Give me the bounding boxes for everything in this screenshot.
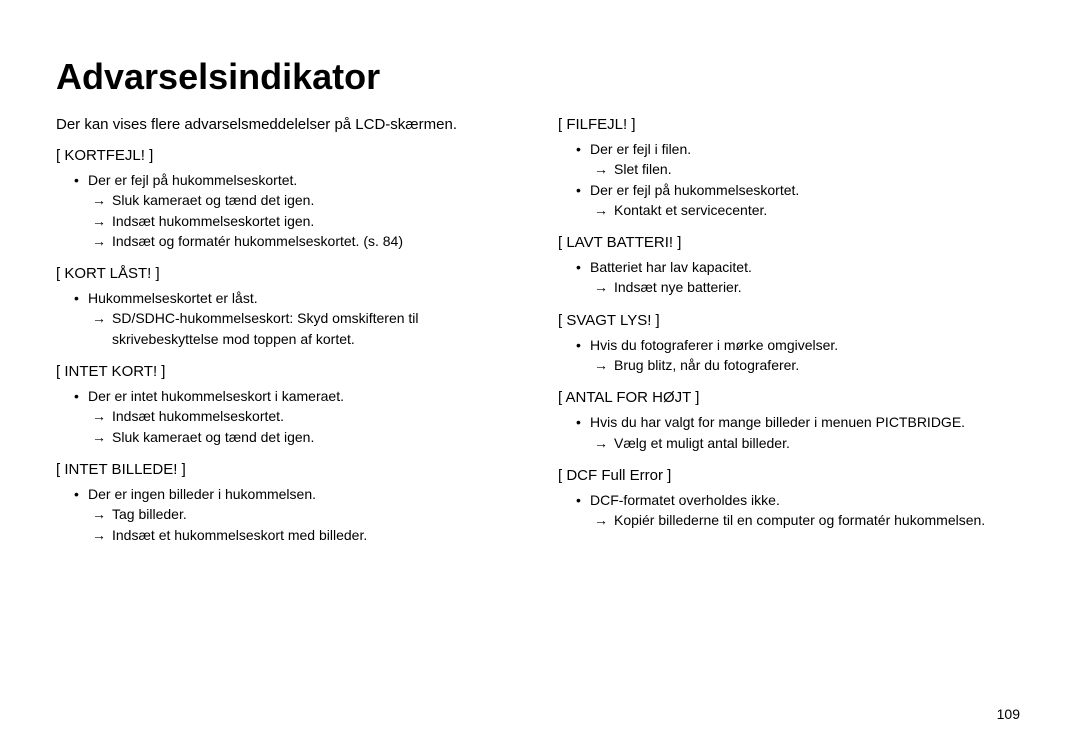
- warning-section: [ ANTAL FOR HØJT ] •Hvis du har valgt for…: [558, 389, 1020, 453]
- bullet-item: •Der er fejl på hukommelseskortet.: [576, 180, 1020, 200]
- bullet-icon: •: [74, 484, 88, 504]
- warning-heading: [ INTET KORT! ]: [56, 363, 518, 380]
- arrow-icon: →: [92, 504, 112, 524]
- arrow-icon: →: [92, 190, 112, 210]
- warning-section: [ KORT LÅST! ] •Hukommelseskortet er låst…: [56, 265, 518, 349]
- sub-item: →Sluk kameraet og tænd det igen.: [92, 190, 518, 210]
- sub-item: →Sluk kameraet og tænd det igen.: [92, 427, 518, 447]
- sub-text: Kontakt et servicecenter.: [614, 200, 1020, 220]
- sub-text: Kopiér billederne til en computer og for…: [614, 510, 1020, 530]
- sub-item: →SD/SDHC-hukommelseskort: Skyd omskifter…: [92, 308, 518, 349]
- content-columns: Der kan vises flere advarselsmeddelelser…: [56, 116, 1020, 559]
- arrow-icon: →: [92, 525, 112, 545]
- bullet-icon: •: [576, 139, 590, 159]
- sub-item: →Indsæt nye batterier.: [594, 277, 1020, 297]
- warning-heading: [ KORT LÅST! ]: [56, 265, 518, 282]
- warning-section: [ DCF Full Error ] •DCF-formatet overhold…: [558, 467, 1020, 531]
- bullet-item: •Hvis du har valgt for mange billeder i …: [576, 412, 1020, 432]
- bullet-text: Hvis du har valgt for mange billeder i m…: [590, 412, 1020, 432]
- bullet-icon: •: [576, 412, 590, 432]
- sub-text: Sluk kameraet og tænd det igen.: [112, 190, 518, 210]
- sub-item: →Brug blitz, når du fotograferer.: [594, 355, 1020, 375]
- sub-item: →Indsæt et hukommelseskort med billeder.: [92, 525, 518, 545]
- sub-text: Vælg et muligt antal billeder.: [614, 433, 1020, 453]
- warning-heading: [ SVAGT LYS! ]: [558, 312, 1020, 329]
- sub-text: Slet filen.: [614, 159, 1020, 179]
- warning-heading: [ INTET BILLEDE! ]: [56, 461, 518, 478]
- intro-text: Der kan vises flere advarselsmeddelelser…: [56, 116, 518, 133]
- warning-heading: [ LAVT BATTERI! ]: [558, 234, 1020, 251]
- page-title: Advarselsindikator: [56, 56, 1020, 98]
- warning-section: [ FILFEJL! ]•Der er fejl i filen.→Slet f…: [558, 116, 1020, 220]
- right-sections: [ FILFEJL! ]•Der er fejl i filen.→Slet f…: [558, 116, 1020, 531]
- document-page: Advarselsindikator Der kan vises flere a…: [0, 0, 1080, 746]
- bullet-text: Der er fejl på hukommelseskortet.: [88, 170, 518, 190]
- warning-heading: [ FILFEJL! ]: [558, 116, 1020, 133]
- sub-item: →Kontakt et servicecenter.: [594, 200, 1020, 220]
- bullet-icon: •: [576, 180, 590, 200]
- warning-heading: [ DCF Full Error ]: [558, 467, 1020, 484]
- bullet-text: Der er intet hukommelseskort i kameraet.: [88, 386, 518, 406]
- sub-text: Indsæt hukommelseskortet.: [112, 406, 518, 426]
- sub-item: →Slet filen.: [594, 159, 1020, 179]
- bullet-text: Batteriet har lav kapacitet.: [590, 257, 1020, 277]
- left-column: Der kan vises flere advarselsmeddelelser…: [56, 116, 518, 559]
- right-column: [ FILFEJL! ]•Der er fejl i filen.→Slet f…: [558, 116, 1020, 559]
- bullet-text: Der er fejl på hukommelseskortet.: [590, 180, 1020, 200]
- arrow-icon: →: [594, 277, 614, 297]
- sub-text: Sluk kameraet og tænd det igen.: [112, 427, 518, 447]
- warning-section: [ LAVT BATTERI! ] •Batteriet har lav kapa…: [558, 234, 1020, 298]
- sub-item: →Vælg et muligt antal billeder.: [594, 433, 1020, 453]
- warning-section: [ KORTFEJL! ] •Der er fejl på hukommelses…: [56, 147, 518, 251]
- arrow-icon: →: [594, 355, 614, 375]
- arrow-icon: →: [92, 427, 112, 447]
- bullet-item: •Der er ingen billeder i hukommelsen.: [74, 484, 518, 504]
- sub-item: →Indsæt og formatér hukommelseskortet. (…: [92, 231, 518, 251]
- arrow-icon: →: [594, 510, 614, 530]
- sub-text: Indsæt et hukommelseskort med billeder.: [112, 525, 518, 545]
- bullet-item: •Der er fejl i filen.: [576, 139, 1020, 159]
- sub-item: →Kopiér billederne til en computer og fo…: [594, 510, 1020, 530]
- sub-text: Indsæt og formatér hukommelseskortet. (s…: [112, 231, 518, 251]
- bullet-text: Hukommelseskortet er låst.: [88, 288, 518, 308]
- arrow-icon: →: [92, 406, 112, 426]
- sub-text: Tag billeder.: [112, 504, 518, 524]
- bullet-item: •Der er intet hukommelseskort i kameraet…: [74, 386, 518, 406]
- sub-item: →Tag billeder.: [92, 504, 518, 524]
- bullet-text: Hvis du fotograferer i mørke omgivelser.: [590, 335, 1020, 355]
- sub-text: Brug blitz, når du fotograferer.: [614, 355, 1020, 375]
- warning-section: [ INTET KORT! ] •Der er intet hukommelses…: [56, 363, 518, 447]
- bullet-item: •Hukommelseskortet er låst.: [74, 288, 518, 308]
- arrow-icon: →: [594, 433, 614, 453]
- sub-item: →Indsæt hukommelseskortet igen.: [92, 211, 518, 231]
- bullet-icon: •: [74, 386, 88, 406]
- arrow-icon: →: [92, 211, 112, 231]
- arrow-icon: →: [92, 308, 112, 328]
- sub-item: →Indsæt hukommelseskortet.: [92, 406, 518, 426]
- bullet-icon: •: [576, 490, 590, 510]
- sub-text: Indsæt nye batterier.: [614, 277, 1020, 297]
- sub-text: SD/SDHC-hukommelseskort: Skyd omskiftere…: [112, 308, 518, 349]
- bullet-text: Der er ingen billeder i hukommelsen.: [88, 484, 518, 504]
- bullet-icon: •: [576, 335, 590, 355]
- bullet-text: DCF-formatet overholdes ikke.: [590, 490, 1020, 510]
- bullet-text: Der er fejl i filen.: [590, 139, 1020, 159]
- warning-section: [ INTET BILLEDE! ] •Der er ingen billeder…: [56, 461, 518, 545]
- warning-heading: [ ANTAL FOR HØJT ]: [558, 389, 1020, 406]
- bullet-icon: •: [74, 170, 88, 190]
- bullet-item: •Batteriet har lav kapacitet.: [576, 257, 1020, 277]
- arrow-icon: →: [594, 159, 614, 179]
- bullet-item: •Hvis du fotograferer i mørke omgivelser…: [576, 335, 1020, 355]
- bullet-icon: •: [74, 288, 88, 308]
- warning-section: [ SVAGT LYS! ] •Hvis du fotograferer i mø…: [558, 312, 1020, 376]
- bullet-item: •DCF-formatet overholdes ikke.: [576, 490, 1020, 510]
- left-sections: [ KORTFEJL! ]•Der er fejl på hukommelses…: [56, 147, 518, 545]
- bullet-icon: •: [576, 257, 590, 277]
- arrow-icon: →: [92, 231, 112, 251]
- page-number: 109: [997, 706, 1020, 722]
- warning-heading: [ KORTFEJL! ]: [56, 147, 518, 164]
- sub-text: Indsæt hukommelseskortet igen.: [112, 211, 518, 231]
- arrow-icon: →: [594, 200, 614, 220]
- bullet-item: •Der er fejl på hukommelseskortet.: [74, 170, 518, 190]
